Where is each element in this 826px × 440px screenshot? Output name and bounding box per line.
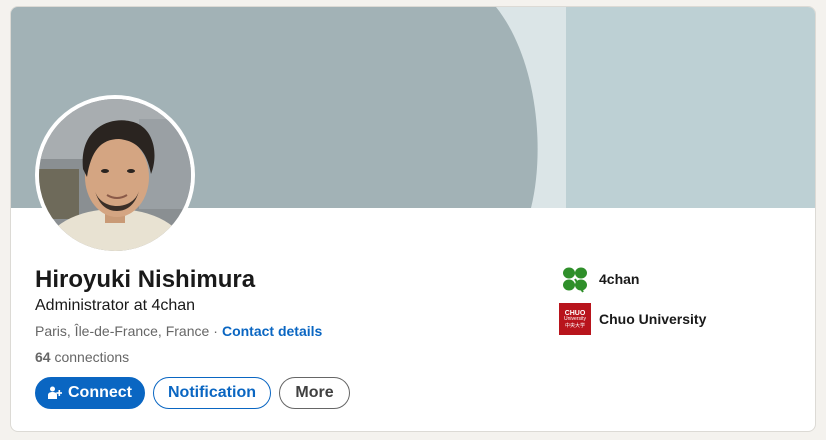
profile-name: Hiroyuki Nishimura	[35, 266, 256, 293]
profile-card: Hiroyuki Nishimura Administrator at 4cha…	[10, 6, 816, 432]
org-name-4chan: 4chan	[599, 271, 640, 287]
profile-location: Paris, Île-de-France, France	[35, 323, 210, 339]
connect-button[interactable]: Connect	[35, 377, 145, 409]
action-buttons: Connect Notification More	[35, 377, 350, 409]
separator-dot: ·	[213, 323, 218, 339]
location-row: Paris, Île-de-France, France · Contact det…	[35, 321, 322, 341]
add-person-icon	[48, 386, 62, 400]
notification-label: Notification	[168, 384, 256, 401]
org-item-4chan[interactable]: 4chan	[559, 263, 706, 295]
org-item-chuo-university[interactable]: CHUO University 中央大学 Chuo University	[559, 303, 706, 335]
connections-count: 64	[35, 349, 51, 365]
contact-details-link[interactable]: Contact details	[222, 323, 322, 339]
avatar[interactable]	[39, 99, 191, 251]
organizations-list: 4chan CHUO University 中央大学 Chuo Universi…	[559, 263, 706, 343]
profile-headline: Administrator at 4chan	[35, 297, 196, 314]
profile-photo[interactable]	[35, 95, 195, 255]
more-label: More	[295, 384, 334, 401]
connections-label: connections	[54, 349, 130, 365]
org-name-chuo-university: Chuo University	[599, 311, 707, 327]
more-button[interactable]: More	[279, 377, 350, 409]
clover-icon	[559, 263, 591, 295]
chuo-university-logo: CHUO University 中央大学	[559, 303, 591, 335]
connections-info[interactable]: 64 connections	[35, 347, 129, 367]
connect-label: Connect	[68, 384, 132, 401]
chuo-logo-line2: University	[564, 315, 586, 322]
chuo-logo-line3: 中央大学	[564, 322, 585, 329]
notification-button[interactable]: Notification	[153, 377, 271, 409]
